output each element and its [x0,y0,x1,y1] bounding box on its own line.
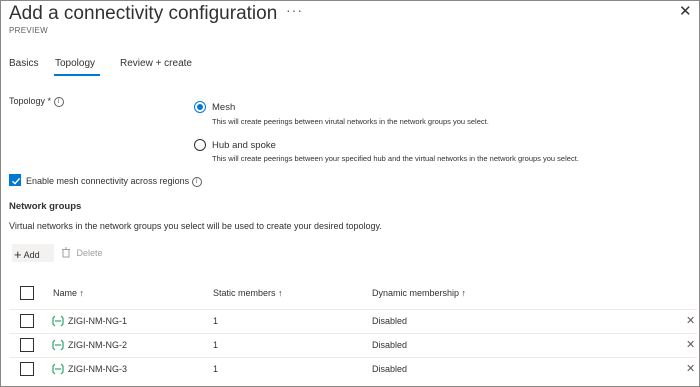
mesh-description: This will create peerings between viruta… [212,117,489,126]
preview-badge: PREVIEW [9,26,48,35]
active-tab-indicator [54,74,100,76]
dynamic-membership-cell: Disabled [372,316,408,326]
network-groups-title: Network groups [9,201,82,212]
network-groups-description: Virtual networks in the network groups y… [9,221,382,231]
static-members-cell: 1 [213,316,219,326]
info-icon[interactable]: i [191,176,202,187]
network-group-icon [52,363,64,375]
dynamic-membership-cell: Disabled [372,340,408,350]
page-title: Add a connectivity configuration [9,3,278,24]
select-all-checkbox[interactable] [20,286,34,300]
checkmark-icon [12,177,21,185]
add-button-label: Add [23,250,40,260]
delete-button-label: Delete [76,248,103,258]
row-checkbox[interactable] [20,362,34,376]
mesh-radio[interactable] [194,101,206,113]
topology-label: Topology * i [9,96,64,107]
column-header-dynamic-membership[interactable]: Dynamic membership ↑ [372,288,466,298]
mesh-radio-label[interactable]: Mesh [212,102,235,113]
tab-basics[interactable]: Basics [9,58,38,69]
tab-review-create[interactable]: Review + create [120,58,192,69]
column-header-name[interactable]: Name ↑ [53,288,84,298]
mesh-regions-checkbox[interactable] [9,174,21,186]
info-icon[interactable]: i [53,96,64,107]
remove-row-icon[interactable]: ✕ [686,314,695,327]
network-group-icon [52,339,64,351]
delete-button[interactable]: Delete [61,247,103,258]
mesh-regions-label-text: Enable mesh connectivity across regions [26,176,190,186]
remove-row-icon[interactable]: ✕ [686,338,695,351]
plus-icon: + [14,247,22,262]
network-group-name-link[interactable]: ZIGI-NM-NG-2 [68,340,127,350]
more-options-icon[interactable]: ··· [286,2,303,18]
dynamic-membership-cell: Disabled [372,364,408,374]
remove-row-icon[interactable]: ✕ [686,362,695,375]
static-members-cell: 1 [213,340,219,350]
trash-icon [62,247,70,258]
hub-and-spoke-description: This will create peerings between your s… [212,154,579,163]
network-group-icon [52,315,64,327]
network-group-name-link[interactable]: ZIGI-NM-NG-3 [68,364,127,374]
add-button[interactable]: + Add [14,246,40,262]
row-divider [9,333,697,334]
close-icon[interactable]: ✕ [679,2,692,20]
required-mark: * [47,96,52,106]
tab-topology[interactable]: Topology [55,58,95,69]
static-members-cell: 1 [213,364,219,374]
panel-frame [0,0,700,387]
row-divider [9,357,697,358]
hub-and-spoke-radio[interactable] [194,139,206,151]
mesh-regions-label: Enable mesh connectivity across regions … [26,176,202,187]
row-checkbox[interactable] [20,338,34,352]
hub-and-spoke-radio-label[interactable]: Hub and spoke [212,140,276,151]
topology-label-text: Topology [9,96,46,106]
network-group-name-link[interactable]: ZIGI-NM-NG-1 [68,316,127,326]
column-header-static-members[interactable]: Static members ↑ [213,288,283,298]
row-divider [9,309,697,310]
row-checkbox[interactable] [20,314,34,328]
